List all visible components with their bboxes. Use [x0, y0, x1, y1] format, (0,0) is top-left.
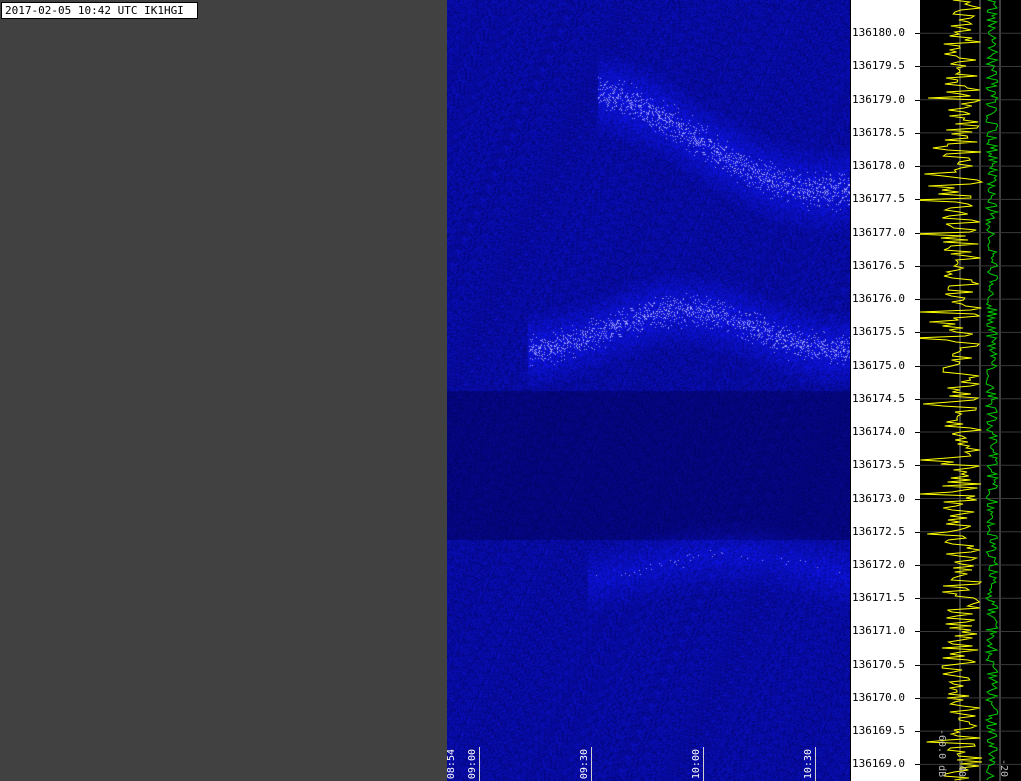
frequency-tick-label: 136178.5	[852, 125, 905, 139]
frequency-tick-label: 136170.0	[852, 690, 905, 704]
frequency-tick-label: 136176.5	[852, 258, 905, 272]
frequency-tick-label: 136176.0	[852, 292, 905, 306]
frequency-tick-label: 136175.0	[852, 358, 905, 372]
frequency-tick-label: 136178.0	[852, 159, 905, 173]
frequency-tick-label: 136174.0	[852, 425, 905, 439]
frequency-tick-label: 136171.5	[852, 591, 905, 605]
frequency-tick-label: 136173.0	[852, 491, 905, 505]
waterfall-spectrogram[interactable]	[447, 0, 850, 781]
peak-spectrum-trace	[920, 0, 984, 781]
frequency-tick-label: 136179.0	[852, 92, 905, 106]
frequency-tick-label: 136177.5	[852, 192, 905, 206]
frequency-tick-label: 136177.0	[852, 225, 905, 239]
frequency-axis: 136180.0 136179.5 136179.0 136178.5 136178.0…	[850, 0, 920, 781]
empty-left-pane: 2017-02-05 10:42 UTC IK1HGI	[0, 0, 447, 781]
frequency-tick-label: 136179.5	[852, 59, 905, 73]
average-spectrum-trace	[984, 0, 1000, 781]
frequency-tick-label: 136175.5	[852, 325, 905, 339]
spectrum-trace-plot	[920, 0, 1021, 781]
frequency-tick-label: 136172.5	[852, 524, 905, 538]
frequency-tick-label: 136170.5	[852, 657, 905, 671]
db-scale-label: -40	[956, 758, 967, 777]
frequency-tick-label: 136169.5	[852, 724, 905, 738]
frequency-tick-label: 136180.0	[852, 26, 905, 40]
status-timestamp-label: 2017-02-05 10:42 UTC IK1HGI	[1, 2, 198, 19]
spectrum-panel: -60.0 dB -40 -20	[920, 0, 1021, 781]
waterfall-canvas[interactable]	[447, 0, 850, 781]
db-scale-label: -20	[998, 758, 1009, 777]
frequency-tick-label: 136174.5	[852, 391, 905, 405]
frequency-tick-label: 136171.0	[852, 624, 905, 638]
frequency-tick-label: 136173.5	[852, 458, 905, 472]
frequency-tick-label: 136169.0	[852, 757, 905, 771]
frequency-tick-label: 136172.0	[852, 557, 905, 571]
db-scale-label: -60.0 dB	[936, 728, 947, 777]
